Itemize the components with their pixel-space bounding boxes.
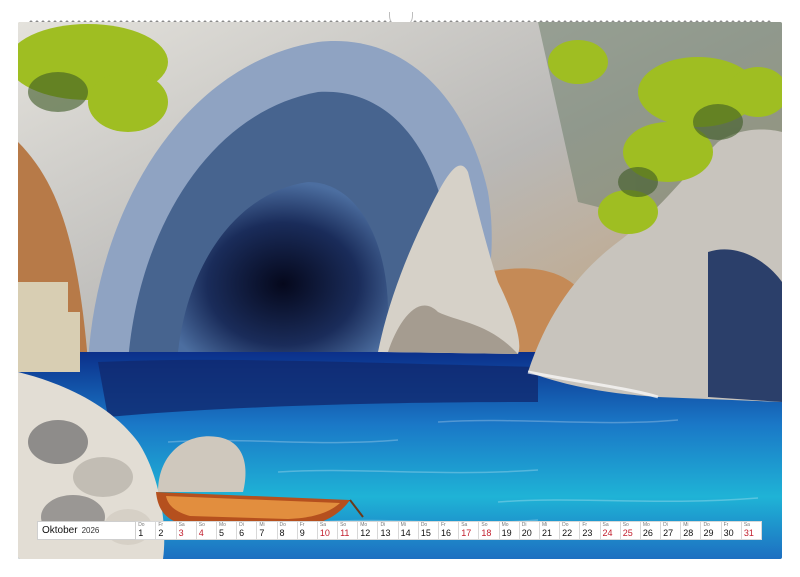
calendar-day-cell: Mo 12: [358, 521, 379, 540]
day-number: 19: [501, 528, 512, 538]
day-number: 12: [360, 528, 371, 538]
month-label-cell: Oktober 2026: [37, 521, 137, 540]
day-number: 30: [723, 528, 734, 538]
calendar-day-cell: Do 1: [136, 521, 157, 540]
day-number: 3: [178, 528, 184, 538]
calendar-day-cell: So 25: [620, 521, 641, 540]
day-number: 10: [319, 528, 330, 538]
day-number: 7: [259, 528, 265, 538]
calendar-day-cell: Fr 23: [580, 521, 601, 540]
day-number: 16: [441, 528, 452, 538]
day-number: 28: [683, 528, 694, 538]
calendar-day-cell: So 4: [196, 521, 217, 540]
day-number: 11: [340, 528, 350, 538]
day-number: 15: [420, 528, 431, 538]
calendar-day-cell: Mi 7: [257, 521, 278, 540]
calendar-day-cell: Di 13: [378, 521, 399, 540]
day-number: 1: [138, 528, 144, 538]
day-number: 21: [541, 528, 552, 538]
calendar-day-cell: So 11: [338, 521, 359, 540]
day-number: 4: [198, 528, 204, 538]
calendar-day-cell: So 18: [479, 521, 500, 540]
month-name: Oktober: [42, 525, 78, 536]
day-number: 23: [582, 528, 593, 538]
calendar-day-cell: Do 15: [418, 521, 439, 540]
day-number: 27: [663, 528, 674, 538]
day-number: 5: [218, 528, 224, 538]
day-number: 6: [239, 528, 245, 538]
day-number: 25: [622, 528, 633, 538]
calendar-day-cell: Di 6: [237, 521, 258, 540]
day-number: 13: [380, 528, 391, 538]
calendar-day-cell: Di 20: [519, 521, 540, 540]
day-number: 22: [562, 528, 573, 538]
day-number: 29: [703, 528, 714, 538]
calendar-day-cell: Fr 2: [156, 521, 177, 540]
calendar-day-cell: Mo 26: [640, 521, 662, 540]
day-number: 14: [400, 528, 411, 538]
calendar-day-cell: Do 29: [701, 521, 722, 540]
day-number: 26: [642, 528, 653, 538]
calendar-day-cell: Di 27: [661, 521, 682, 540]
day-number: 9: [299, 528, 305, 538]
day-number: 20: [521, 528, 532, 538]
day-number: 8: [279, 528, 285, 538]
calendar-day-cell: Sa 10: [317, 521, 339, 540]
calendar-day-cell: Mo 5: [216, 521, 238, 540]
calendar-day-cell: Mo 19: [499, 521, 520, 540]
calendar-day-cell: Do 8: [277, 521, 298, 540]
calendar-day-cell: Fr 30: [721, 521, 742, 540]
calendar-photo: [18, 22, 782, 559]
calendar-day-cell: Sa 17: [459, 521, 480, 540]
calendar-day-cell: Sa 3: [176, 521, 197, 540]
day-number: 24: [602, 528, 613, 538]
year-label: 2026: [81, 526, 100, 535]
calendar-day-cell: Fr 16: [439, 521, 460, 540]
day-number: 18: [481, 528, 492, 538]
day-number: 2: [158, 528, 164, 538]
calendar-date-strip: Oktober 2026 Do 1 Fr 2 Sa 3 So 4 Mo 5 Di 6 Mi 7 Do 8 Fr 9…: [37, 521, 762, 540]
day-number: 31: [743, 528, 754, 538]
calendar-day-cell: Do 22: [560, 521, 581, 540]
calendar-day-cell: Sa 24: [600, 521, 621, 540]
calendar-day-cell: Fr 9: [297, 521, 318, 540]
day-number: 17: [461, 528, 472, 538]
calendar-day-cell: Mi 28: [681, 521, 702, 540]
calendar-day-cell: Mi 21: [539, 521, 561, 540]
calendar-day-cell: Mi 14: [398, 521, 419, 540]
calendar-day-cell: Sa 31: [741, 521, 762, 540]
